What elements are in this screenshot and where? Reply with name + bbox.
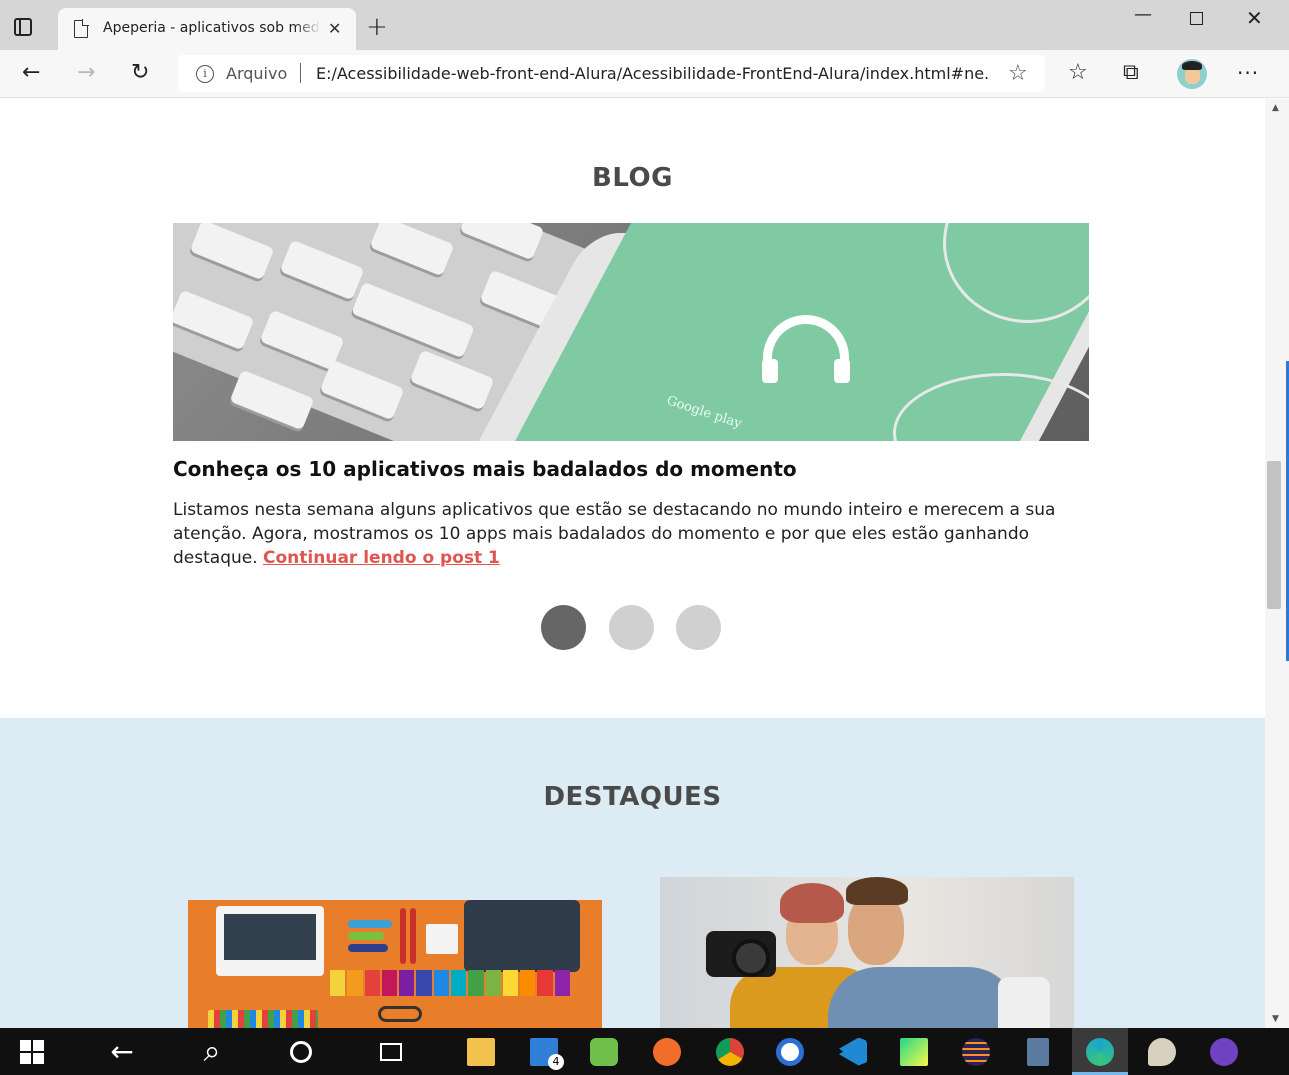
pencil-set xyxy=(208,1010,318,1028)
drawing-tablet xyxy=(464,900,580,972)
favorites-icon[interactable]: ☆ xyxy=(1068,60,1088,86)
page-viewport: BLOG Google play Conheça os 10 aplicativ… xyxy=(0,99,1265,1028)
close-window-button[interactable]: ✕ xyxy=(1246,6,1263,30)
tab-actions-icon[interactable] xyxy=(14,18,32,36)
start-button[interactable] xyxy=(4,1028,60,1075)
brush xyxy=(410,908,416,964)
camera-lens xyxy=(998,977,1050,1028)
github-shape xyxy=(1210,1037,1238,1066)
chrome-icon[interactable] xyxy=(702,1028,758,1075)
address-separator xyxy=(300,63,301,83)
taskbar-search-icon[interactable]: ⌕ xyxy=(184,1028,240,1075)
more-menu-icon[interactable]: ··· xyxy=(1237,60,1259,86)
back-icon[interactable]: ← xyxy=(22,60,40,86)
eclipse-shape xyxy=(962,1037,990,1066)
blog-heading: BLOG xyxy=(592,163,673,193)
tab-title: Apeperia - aplicativos sob medida xyxy=(103,20,321,36)
cortana-ring xyxy=(290,1040,312,1063)
vscode-icon[interactable] xyxy=(825,1028,881,1075)
notepad-shape xyxy=(590,1037,618,1066)
edge-shape xyxy=(1086,1037,1114,1066)
browser-tabbar: Apeperia - aplicativos sob medida ✕ + — … xyxy=(0,0,1289,50)
file-icon xyxy=(74,19,89,38)
profile-avatar[interactable] xyxy=(1177,59,1207,89)
laptop-illustration xyxy=(216,906,324,976)
task-view-frame xyxy=(380,1042,402,1061)
cortana-icon[interactable] xyxy=(273,1028,329,1075)
new-tab-button[interactable]: + xyxy=(366,14,388,40)
scroll-thumb[interactable] xyxy=(1267,461,1281,609)
brave-browser-icon[interactable] xyxy=(639,1028,695,1075)
person-man xyxy=(828,967,1018,1028)
mail-icon[interactable]: 4 xyxy=(516,1028,572,1075)
url-text[interactable]: E:/Acessibilidade-web-front-end-Alura/Ac… xyxy=(316,64,988,83)
blog-post-image: Google play xyxy=(173,223,1089,441)
paint-icon[interactable] xyxy=(1134,1028,1190,1075)
word-shape xyxy=(776,1037,804,1066)
task-view-icon[interactable] xyxy=(363,1028,419,1075)
chrome-shape xyxy=(716,1037,744,1066)
reload-icon[interactable]: ↻ xyxy=(131,60,149,86)
collections-icon[interactable]: ⧉ xyxy=(1123,60,1139,86)
highlights-heading: DESTAQUES xyxy=(543,782,722,812)
scroll-down-arrow[interactable]: ▼ xyxy=(1272,1014,1279,1024)
glasses xyxy=(378,1006,422,1022)
browser-tab[interactable]: Apeperia - aplicativos sob medida ✕ xyxy=(58,8,356,50)
scroll-up-arrow[interactable]: ▲ xyxy=(1272,103,1279,113)
carousel-dot-2[interactable] xyxy=(609,605,654,650)
pycharm-shape xyxy=(900,1037,928,1066)
paint-swatch xyxy=(348,920,392,928)
tab-close-icon[interactable]: ✕ xyxy=(328,20,341,38)
highlight-image-photographers[interactable] xyxy=(660,877,1074,1028)
windows-logo-icon xyxy=(20,1039,44,1064)
mail-badge: 4 xyxy=(548,1054,564,1070)
info-icon[interactable]: i xyxy=(196,65,214,83)
site-info-label[interactable]: Arquivo xyxy=(226,64,287,83)
windows-taskbar: ← ⌕ 4 xyxy=(0,1028,1289,1075)
vscode-shape xyxy=(839,1037,867,1066)
github-desktop-icon[interactable] xyxy=(1196,1028,1252,1075)
brave-shape xyxy=(653,1037,681,1066)
address-bar[interactable]: i Arquivo E:/Acessibilidade-web-front-en… xyxy=(178,55,1045,92)
taskbar-back-icon[interactable]: ← xyxy=(94,1028,150,1075)
continue-reading-link[interactable]: Continuar lendo o post 1 xyxy=(263,548,500,568)
paint-swatch xyxy=(348,932,384,940)
calculator-shape xyxy=(1027,1037,1049,1066)
brush xyxy=(400,908,406,964)
post-title: Conheça os 10 aplicativos mais badalados… xyxy=(173,457,797,481)
eclipse-icon[interactable] xyxy=(948,1028,1004,1075)
pycharm-icon[interactable] xyxy=(886,1028,942,1075)
paint-palette xyxy=(1148,1037,1176,1066)
folder-shape xyxy=(467,1037,495,1066)
paint-swatch xyxy=(348,944,388,952)
highlights-section: DESTAQUES xyxy=(0,718,1265,1028)
edge-icon[interactable] xyxy=(1072,1028,1128,1075)
camera-icon xyxy=(706,931,776,977)
crayon-row xyxy=(330,970,570,996)
browser-toolbar: ← → ↻ i Arquivo E:/Acessibilidade-web-fr… xyxy=(0,50,1289,98)
carousel-dot-3[interactable] xyxy=(676,605,721,650)
highlight-image-design-tools[interactable] xyxy=(188,900,602,1028)
paper-sheet xyxy=(426,924,458,954)
person-man-hair xyxy=(846,877,908,905)
forward-icon[interactable]: → xyxy=(77,60,95,86)
file-explorer-icon[interactable] xyxy=(453,1028,509,1075)
minimize-button[interactable]: — xyxy=(1134,4,1152,25)
notepad-icon[interactable] xyxy=(576,1028,632,1075)
person-woman-scarf xyxy=(780,883,844,923)
word-icon[interactable] xyxy=(762,1028,818,1075)
carousel-dot-1[interactable] xyxy=(541,605,586,650)
page-scrollbar[interactable]: ▲ ▼ xyxy=(1265,99,1289,1028)
post-body: Listamos nesta semana alguns aplicativos… xyxy=(173,498,1089,570)
maximize-button[interactable] xyxy=(1190,12,1203,25)
add-favorite-icon[interactable]: ☆ xyxy=(1008,61,1028,86)
calculator-icon[interactable] xyxy=(1010,1028,1066,1075)
